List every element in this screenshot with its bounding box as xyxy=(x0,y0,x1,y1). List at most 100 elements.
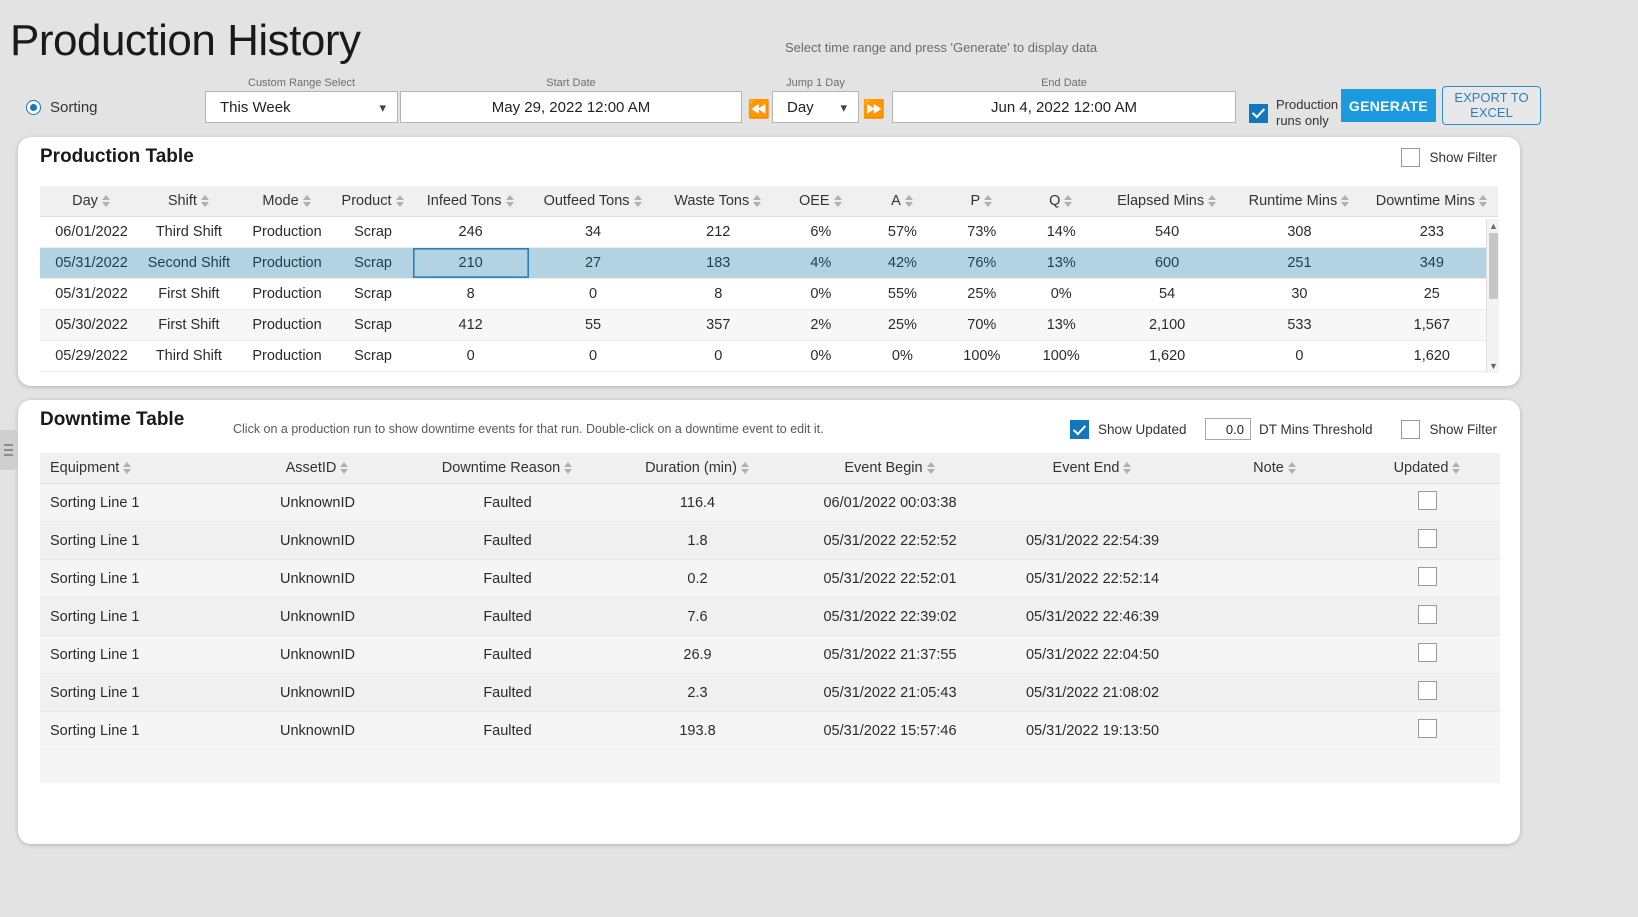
cell-equipment[interactable]: Sorting Line 1 xyxy=(40,483,225,522)
cell-equipment[interactable]: Sorting Line 1 xyxy=(40,521,225,560)
scroll-down-icon[interactable]: ▼ xyxy=(1487,359,1500,373)
cell-runtime[interactable]: 0 xyxy=(1233,340,1366,372)
table-row[interactable]: Sorting Line 1 UnknownID Faulted 26.9 05/31/… xyxy=(40,635,1500,674)
column-header-p[interactable]: P xyxy=(942,186,1022,217)
cell-q[interactable]: 0% xyxy=(1021,278,1101,310)
cell-mode[interactable]: Production xyxy=(240,340,334,372)
cell-infeed[interactable]: 246 xyxy=(412,216,529,248)
column-header-outfeed-tons[interactable]: Outfeed Tons xyxy=(528,186,658,217)
cell-downtime[interactable]: 349 xyxy=(1365,247,1498,279)
cell-shift[interactable]: First Shift xyxy=(137,278,241,310)
table-row[interactable]: Sorting Line 1 UnknownID Faulted 193.8 05/31… xyxy=(40,711,1500,750)
cell-product[interactable]: Scrap xyxy=(333,216,413,248)
cell-infeed[interactable]: 412 xyxy=(412,309,529,341)
sort-arrows-icon[interactable] xyxy=(984,194,993,208)
sort-arrows-icon[interactable] xyxy=(200,194,210,208)
column-header-day[interactable]: Day xyxy=(40,186,138,217)
checkbox-unchecked-icon[interactable] xyxy=(1418,491,1437,510)
sorting-radio[interactable]: Sorting xyxy=(26,99,98,116)
production-show-filter-checkbox[interactable]: Show Filter xyxy=(1401,148,1497,167)
cell-equipment[interactable]: Sorting Line 1 xyxy=(40,559,225,598)
cell-shift[interactable]: Second Shift xyxy=(137,247,241,279)
jump-unit-select[interactable]: Day ▾ xyxy=(772,91,859,123)
cell-end[interactable]: 05/31/2022 22:52:14 xyxy=(990,559,1195,598)
cell-p[interactable]: 70% xyxy=(942,309,1022,341)
cell-note[interactable] xyxy=(1195,635,1355,674)
cell-asset[interactable]: UnknownID xyxy=(225,559,410,598)
cell-reason[interactable]: Faulted xyxy=(410,711,605,750)
sort-arrows-icon[interactable] xyxy=(926,461,936,475)
column-header-waste-tons[interactable]: Waste Tons xyxy=(657,186,779,217)
cell-begin[interactable]: 05/31/2022 15:57:46 xyxy=(790,711,990,750)
sort-arrows-icon[interactable] xyxy=(505,194,515,208)
cell-updated[interactable] xyxy=(1355,635,1500,674)
column-header-mode[interactable]: Mode xyxy=(240,186,334,217)
cell-p[interactable]: 25% xyxy=(942,278,1022,310)
checkbox-unchecked-icon[interactable] xyxy=(1418,529,1437,548)
table-row[interactable]: Sorting Line 1 UnknownID Faulted 7.6 05/31/2… xyxy=(40,597,1500,636)
sort-arrows-icon[interactable] xyxy=(1064,194,1073,208)
cell-note[interactable] xyxy=(1195,673,1355,712)
cell-asset[interactable]: UnknownID xyxy=(225,673,410,712)
cell-waste[interactable]: 212 xyxy=(657,216,779,248)
cell-mode[interactable]: Production xyxy=(240,216,334,248)
cell-waste[interactable]: 357 xyxy=(657,309,779,341)
cell-runtime[interactable]: 30 xyxy=(1233,278,1366,310)
export-to-excel-button[interactable]: EXPORT TO EXCEL xyxy=(1442,86,1541,125)
sort-arrows-icon[interactable] xyxy=(1123,461,1132,475)
cell-a[interactable]: 0% xyxy=(862,340,943,372)
cell-downtime[interactable]: 1,620 xyxy=(1365,340,1498,372)
cell-updated[interactable] xyxy=(1355,673,1500,712)
cell-updated[interactable] xyxy=(1355,711,1500,750)
skip-forward-icon[interactable]: ⏩ xyxy=(863,98,885,120)
production-runs-only-checkbox[interactable]: Production runs only xyxy=(1249,97,1338,130)
scrollbar-thumb[interactable] xyxy=(1489,233,1498,299)
column-header-assetid[interactable]: AssetID xyxy=(225,453,410,484)
sort-arrows-icon[interactable] xyxy=(101,194,111,208)
cell-note[interactable] xyxy=(1195,521,1355,560)
cell-asset[interactable]: UnknownID xyxy=(225,711,410,750)
cell-elapsed[interactable]: 2,100 xyxy=(1100,309,1234,341)
cell-begin[interactable]: 05/31/2022 22:52:52 xyxy=(790,521,990,560)
sort-arrows-icon[interactable] xyxy=(1287,461,1297,475)
panel-drag-handle[interactable] xyxy=(0,430,17,470)
sort-arrows-icon[interactable] xyxy=(1478,194,1488,208)
column-header-a[interactable]: A xyxy=(862,186,943,217)
cell-product[interactable]: Scrap xyxy=(333,309,413,341)
cell-infeed[interactable]: 8 xyxy=(412,278,529,310)
cell-day[interactable]: 05/29/2022 xyxy=(40,340,138,372)
cell-reason[interactable]: Faulted xyxy=(410,635,605,674)
cell-equipment[interactable]: Sorting Line 1 xyxy=(40,635,225,674)
cell-product[interactable]: Scrap xyxy=(333,278,413,310)
cell-end[interactable]: 05/31/2022 19:13:50 xyxy=(990,711,1195,750)
cell-oee[interactable]: 2% xyxy=(778,309,863,341)
cell-duration[interactable]: 0.2 xyxy=(605,559,790,598)
table-row[interactable]: 05/31/2022 First Shift Production Scrap 8 0 8 0… xyxy=(40,278,1498,310)
sort-arrows-icon[interactable] xyxy=(1452,461,1461,475)
cell-oee[interactable]: 6% xyxy=(778,216,863,248)
cell-reason[interactable]: Faulted xyxy=(410,521,605,560)
cell-duration[interactable]: 26.9 xyxy=(605,635,790,674)
column-header-elapsed-mins[interactable]: Elapsed Mins xyxy=(1100,186,1234,217)
checkbox-unchecked-icon[interactable] xyxy=(1418,719,1437,738)
cell-oee[interactable]: 0% xyxy=(778,340,863,372)
sort-arrows-icon[interactable] xyxy=(1341,194,1350,208)
show-updated-checkbox[interactable]: Show Updated xyxy=(1070,420,1187,439)
cell-a[interactable]: 25% xyxy=(862,309,943,341)
table-row[interactable]: 05/30/2022 First Shift Production Scrap 412 5… xyxy=(40,309,1498,341)
cell-asset[interactable]: UnknownID xyxy=(225,483,410,522)
cell-day[interactable]: 06/01/2022 xyxy=(40,216,138,248)
cell-outfeed[interactable]: 34 xyxy=(528,216,658,248)
column-header-downtime-reason[interactable]: Downtime Reason xyxy=(410,453,605,484)
cell-equipment[interactable]: Sorting Line 1 xyxy=(40,711,225,750)
cell-duration[interactable]: 193.8 xyxy=(605,711,790,750)
cell-outfeed[interactable]: 0 xyxy=(528,340,658,372)
cell-downtime[interactable]: 25 xyxy=(1365,278,1498,310)
cell-elapsed[interactable]: 600 xyxy=(1100,247,1234,279)
cell-end[interactable]: 05/31/2022 22:46:39 xyxy=(990,597,1195,636)
cell-a[interactable]: 57% xyxy=(862,216,943,248)
column-header-infeed-tons[interactable]: Infeed Tons xyxy=(412,186,529,217)
cell-waste[interactable]: 8 xyxy=(657,278,779,310)
cell-a[interactable]: 55% xyxy=(862,278,943,310)
cell-asset[interactable]: UnknownID xyxy=(225,597,410,636)
